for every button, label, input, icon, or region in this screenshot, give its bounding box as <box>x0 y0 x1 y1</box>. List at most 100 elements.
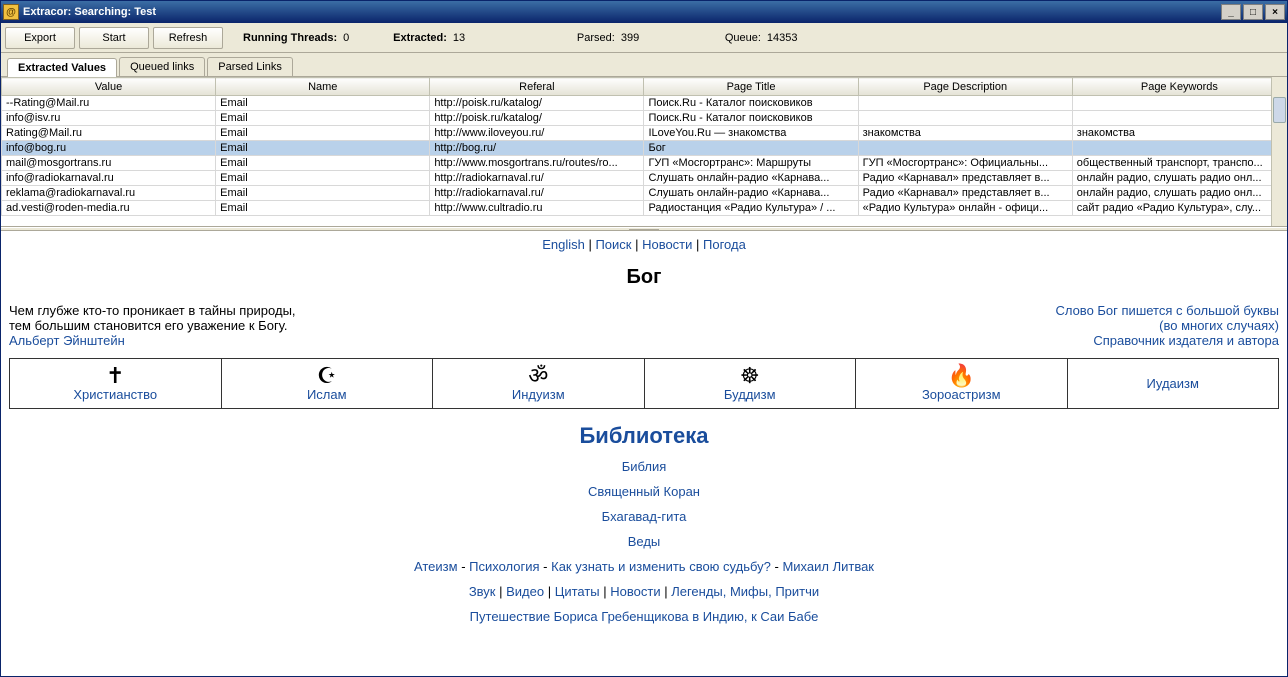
cell-referal: http://www.mosgortrans.ru/routes/ro... <box>430 156 644 171</box>
quote-line2: тем большим становится его уважение к Бо… <box>9 318 288 333</box>
cell-title: Слушать онлайн-радио «Карнава... <box>644 186 858 201</box>
cell-name: Email <box>216 186 430 201</box>
link-news[interactable]: Новости <box>610 584 660 599</box>
link-sound[interactable]: Звук <box>469 584 496 599</box>
link-journey[interactable]: Путешествие Бориса Гребенщикова в Индию,… <box>470 609 819 624</box>
right-line2[interactable]: (во многих случаях) <box>1159 318 1279 333</box>
religion-link[interactable]: Христианство <box>73 387 157 402</box>
cell-value: ad.vesti@roden-media.ru <box>2 201 216 216</box>
col-referal[interactable]: Referal <box>430 78 644 96</box>
col-page-title[interactable]: Page Title <box>644 78 858 96</box>
cell-desc: «Радио Культура» онлайн - офици... <box>858 201 1072 216</box>
religion-cell[interactable]: ✝Христианство <box>10 359 222 409</box>
start-button[interactable]: Start <box>79 27 149 49</box>
religion-cell[interactable]: 🔥Зороастризм <box>856 359 1068 409</box>
book-vedas[interactable]: Веды <box>628 534 661 549</box>
religion-link[interactable]: Иудаизм <box>1147 376 1199 391</box>
religion-icon: ☪ <box>226 365 429 387</box>
cell-name: Email <box>216 96 430 111</box>
cell-desc: ГУП «Мосгортранс»: Официальны... <box>858 156 1072 171</box>
tab-parsed-links[interactable]: Parsed Links <box>207 57 293 76</box>
refresh-button[interactable]: Refresh <box>153 27 223 49</box>
nav-search[interactable]: Поиск <box>595 237 631 252</box>
religion-cell[interactable]: ☸Буддизм <box>644 359 856 409</box>
app-icon: @ <box>3 4 19 20</box>
cell-value: --Rating@Mail.ru <box>2 96 216 111</box>
table-row[interactable]: info@isv.ruEmailhttp://poisk.ru/katalog/… <box>2 111 1287 126</box>
book-quran[interactable]: Священный Коран <box>588 484 700 499</box>
queue-value: 14353 <box>767 32 798 44</box>
religion-cell[interactable]: ☪Ислам <box>221 359 433 409</box>
table-row[interactable]: info@radiokarnaval.ruEmailhttp://radioka… <box>2 171 1287 186</box>
close-button[interactable]: × <box>1265 4 1285 20</box>
window-title: Extracor: Searching: Test <box>23 6 1219 18</box>
nav-english[interactable]: English <box>542 237 585 252</box>
religion-link[interactable]: Буддизм <box>724 387 776 402</box>
cell-kw: сайт радио «Радио Культура», слу... <box>1072 201 1286 216</box>
religion-link[interactable]: Индуизм <box>512 387 565 402</box>
link-quotes[interactable]: Цитаты <box>555 584 600 599</box>
cell-referal: http://www.iloveyou.ru/ <box>430 126 644 141</box>
cell-title: Бог <box>644 141 858 156</box>
running-threads-status: Running Threads: 0 <box>243 32 373 44</box>
minimize-button[interactable]: _ <box>1221 4 1241 20</box>
religion-cell[interactable]: ॐИндуизм <box>433 359 645 409</box>
link-legends[interactable]: Легенды, Мифы, Притчи <box>671 584 819 599</box>
tab-queued-links[interactable]: Queued links <box>119 57 205 76</box>
cell-kw <box>1072 111 1286 126</box>
cell-name: Email <box>216 171 430 186</box>
link-litvak[interactable]: Михаил Литвак <box>782 559 874 574</box>
cell-referal: http://poisk.ru/katalog/ <box>430 111 644 126</box>
maximize-button[interactable]: □ <box>1243 4 1263 20</box>
col-page-keywords[interactable]: Page Keywords <box>1072 78 1286 96</box>
preview-heading: Бог <box>9 266 1279 289</box>
export-button[interactable]: Export <box>5 27 75 49</box>
cell-name: Email <box>216 141 430 156</box>
right-line1[interactable]: Слово Бог пишется с большой буквы <box>1055 303 1279 318</box>
cell-name: Email <box>216 156 430 171</box>
table-row[interactable]: mail@mosgortrans.ruEmailhttp://www.mosgo… <box>2 156 1287 171</box>
preview-pane: English | Поиск | Новости | Погода Бог Ч… <box>1 231 1287 676</box>
religion-cell[interactable]: Иудаизм <box>1067 359 1279 409</box>
col-page-description[interactable]: Page Description <box>858 78 1072 96</box>
grid-scrollbar[interactable] <box>1271 77 1287 226</box>
table-row[interactable]: info@bog.ruEmailhttp://bog.ru/Бог <box>2 141 1287 156</box>
book-gita[interactable]: Бхагавад-гита <box>602 509 687 524</box>
nav-news[interactable]: Новости <box>642 237 692 252</box>
right-line3[interactable]: Справочник издателя и автора <box>1093 333 1279 348</box>
cell-name: Email <box>216 201 430 216</box>
library-title[interactable]: Библиотека <box>579 423 708 448</box>
links-line-2: Звук | Видео | Цитаты | Новости | Легенд… <box>9 584 1279 599</box>
religion-link[interactable]: Ислам <box>307 387 347 402</box>
table-row[interactable]: Rating@Mail.ruEmailhttp://www.iloveyou.r… <box>2 126 1287 141</box>
cell-value: info@isv.ru <box>2 111 216 126</box>
link-destiny[interactable]: Как узнать и изменить свою судьбу? <box>551 559 771 574</box>
cell-title: Поиск.Ru - Каталог поисковиков <box>644 96 858 111</box>
col-value[interactable]: Value <box>2 78 216 96</box>
scrollbar-thumb[interactable] <box>1273 97 1286 123</box>
link-video[interactable]: Видео <box>506 584 544 599</box>
extracted-value: 13 <box>453 32 483 44</box>
results-grid[interactable]: Value Name Referal Page Title Page Descr… <box>1 77 1287 216</box>
table-row[interactable]: ad.vesti@roden-media.ruEmailhttp://www.c… <box>2 201 1287 216</box>
running-threads-label: Running Threads: <box>243 32 337 44</box>
nav-weather[interactable]: Погода <box>703 237 746 252</box>
cell-value: info@bog.ru <box>2 141 216 156</box>
cell-referal: http://radiokarnaval.ru/ <box>430 186 644 201</box>
book-bible[interactable]: Библия <box>622 459 667 474</box>
cell-kw: онлайн радио, слушать радио онл... <box>1072 186 1286 201</box>
link-psychology[interactable]: Психология <box>469 559 539 574</box>
table-row[interactable]: reklama@radiokarnaval.ruEmailhttp://radi… <box>2 186 1287 201</box>
religion-link[interactable]: Зороастризм <box>922 387 1001 402</box>
col-name[interactable]: Name <box>216 78 430 96</box>
quote-right: Слово Бог пишется с большой буквы (во мн… <box>1055 303 1279 348</box>
link-atheism[interactable]: Атеизм <box>414 559 458 574</box>
quote-author[interactable]: Альберт Эйнштейн <box>9 333 125 348</box>
tab-extracted-values[interactable]: Extracted Values <box>7 58 117 77</box>
cell-referal: http://www.cultradio.ru <box>430 201 644 216</box>
table-row[interactable]: --Rating@Mail.ruEmailhttp://poisk.ru/kat… <box>2 96 1287 111</box>
queue-label: Queue: <box>725 32 761 44</box>
quote-row: Чем глубже кто-то проникает в тайны прир… <box>9 303 1279 348</box>
parsed-label: Parsed: <box>577 32 615 44</box>
titlebar: @ Extracor: Searching: Test _ □ × <box>1 1 1287 23</box>
